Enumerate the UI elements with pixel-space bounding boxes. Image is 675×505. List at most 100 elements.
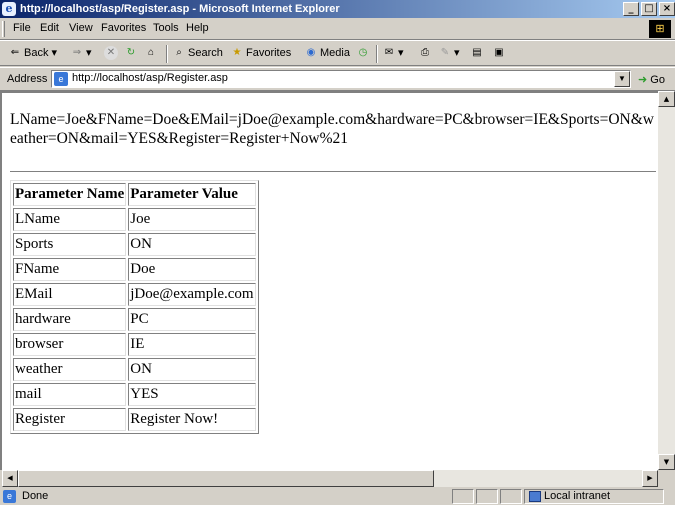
history-icon: ◷ (358, 47, 368, 58)
forward-arrow-icon: ⇒ (72, 47, 82, 59)
status-pane (500, 489, 522, 504)
query-string-text: LName=Joe&FName=Doe&EMail=jDoe@example.c… (10, 111, 654, 147)
parameter-name: browser (13, 333, 127, 356)
menu-help[interactable]: Help (186, 22, 209, 34)
parameter-value: Doe (128, 258, 256, 281)
parameter-value: YES (128, 383, 256, 406)
discuss-button[interactable]: ▤ (470, 46, 486, 60)
menu-grip[interactable] (2, 21, 5, 37)
menu-edit[interactable]: Edit (40, 22, 59, 34)
parameter-value: ON (128, 233, 256, 256)
horizontal-scrollbar[interactable]: ◀ ▶ (2, 470, 658, 487)
status-pane (452, 489, 474, 504)
address-url: http://localhost/asp/Register.asp (72, 72, 228, 84)
security-zone: Local intranet (529, 490, 610, 502)
maximize-button[interactable]: □ (641, 2, 657, 16)
window-title: http://localhost/asp/Register.asp - Micr… (20, 3, 340, 15)
menu-tools[interactable]: Tools (153, 22, 179, 34)
mail-button[interactable]: ✉ ▾ (382, 46, 404, 60)
menu-bar: File Edit View Favorites Tools Help ⊞ (0, 18, 675, 40)
forward-button[interactable]: ⇒ ▾ (70, 46, 92, 60)
close-button[interactable]: × (659, 2, 675, 16)
media-button[interactable]: ◉ Media (304, 46, 350, 60)
search-icon: ⌕ (176, 47, 182, 58)
page-icon: e (54, 72, 68, 86)
parameter-name: LName (13, 208, 127, 231)
table-row: browser IE (13, 333, 256, 356)
go-button[interactable]: ➜ Go (638, 73, 665, 86)
parameter-name: Register (13, 408, 127, 431)
home-icon: ⌂ (147, 47, 155, 58)
table-row: EMail jDoe@example.com (13, 283, 256, 306)
parameter-name: FName (13, 258, 127, 281)
back-button[interactable]: ⇐ Back ▾ (8, 46, 57, 60)
scroll-left-icon[interactable]: ◀ (2, 470, 18, 487)
vertical-scrollbar[interactable]: ▲ ▼ (658, 91, 675, 470)
windows-logo-icon: ⊞ (649, 20, 671, 38)
status-pane (476, 489, 498, 504)
parameter-name: weather (13, 358, 127, 381)
address-dropdown-button[interactable]: ▼ (614, 71, 630, 87)
media-icon: ◉ (306, 47, 316, 58)
ie-logo-icon: e (2, 2, 16, 16)
page-viewport: LName=Joe&FName=Doe&EMail=jDoe@example.c… (0, 91, 658, 470)
search-button[interactable]: ⌕ Search (172, 46, 223, 60)
minimize-button[interactable]: _ (623, 2, 639, 16)
mail-icon: ✉ (384, 47, 394, 59)
address-label: Address (7, 73, 48, 85)
standard-toolbar: ⇐ Back ▾ ⇒ ▾ ✕ ↻ ⌂ ⌕ Search ★ Favorites ◉ Med… (0, 40, 675, 66)
parameter-name: Sports (13, 233, 127, 256)
scroll-right-icon[interactable]: ▶ (642, 470, 658, 487)
table-row: hardware PC (13, 308, 256, 331)
parameters-table: Parameter Name Parameter Value LName Joe … (10, 180, 259, 434)
edit-button[interactable]: ✎ ▾ (438, 46, 460, 60)
intranet-zone-icon (529, 490, 541, 502)
scroll-down-icon[interactable]: ▼ (658, 454, 675, 470)
status-text: Done (22, 490, 49, 502)
print-button[interactable]: ⎙ (418, 46, 434, 60)
menu-file[interactable]: File (13, 22, 31, 34)
horizontal-scroll-thumb[interactable] (18, 470, 434, 487)
home-button[interactable]: ⌂ (144, 46, 160, 60)
history-button[interactable]: ◷ (356, 46, 372, 60)
table-row: FName Doe (13, 258, 256, 281)
window-controls: _ □ × (621, 2, 675, 16)
go-arrow-icon: ➜ (638, 74, 648, 86)
refresh-icon: ↻ (126, 47, 136, 58)
parameter-value: PC (128, 308, 256, 331)
scroll-up-icon[interactable]: ▲ (658, 91, 675, 107)
table-row: LName Joe (13, 208, 256, 231)
page-done-icon: e (3, 490, 16, 503)
address-bar: Address e http://localhost/asp/Register.… (0, 67, 675, 91)
parameter-value: jDoe@example.com (128, 283, 256, 306)
parameter-name: hardware (13, 308, 127, 331)
table-header-row: Parameter Name Parameter Value (13, 183, 256, 206)
horizontal-rule (10, 171, 656, 173)
parameter-value: ON (128, 358, 256, 381)
toolbar-separator (376, 45, 378, 63)
column-header: Parameter Name (13, 183, 127, 206)
title-bar[interactable]: e http://localhost/asp/Register.asp - Mi… (0, 0, 675, 18)
parameter-value: IE (128, 333, 256, 356)
status-bar: e Done Local intranet (0, 488, 675, 505)
address-input[interactable]: e http://localhost/asp/Register.asp ▼ (51, 70, 631, 88)
menu-view[interactable]: View (69, 22, 93, 34)
messenger-button[interactable]: ▣ (492, 46, 508, 60)
menu-favorites[interactable]: Favorites (101, 22, 146, 34)
stop-button[interactable]: ✕ (104, 46, 120, 60)
back-arrow-icon: ⇐ (10, 47, 20, 59)
parameter-value: Register Now! (128, 408, 256, 431)
table-row: mail YES (13, 383, 256, 406)
column-header: Parameter Value (128, 183, 256, 206)
stop-icon: ✕ (104, 46, 118, 60)
table-row: Sports ON (13, 233, 256, 256)
refresh-button[interactable]: ↻ (124, 46, 140, 60)
table-row: Register Register Now! (13, 408, 256, 431)
messenger-icon: ▣ (494, 47, 504, 58)
favorites-button[interactable]: ★ Favorites (230, 46, 292, 60)
table-row: weather ON (13, 358, 256, 381)
toolbar-separator (166, 45, 168, 63)
discuss-icon: ▤ (472, 47, 482, 58)
parameter-name: EMail (13, 283, 127, 306)
parameter-value: Joe (128, 208, 256, 231)
